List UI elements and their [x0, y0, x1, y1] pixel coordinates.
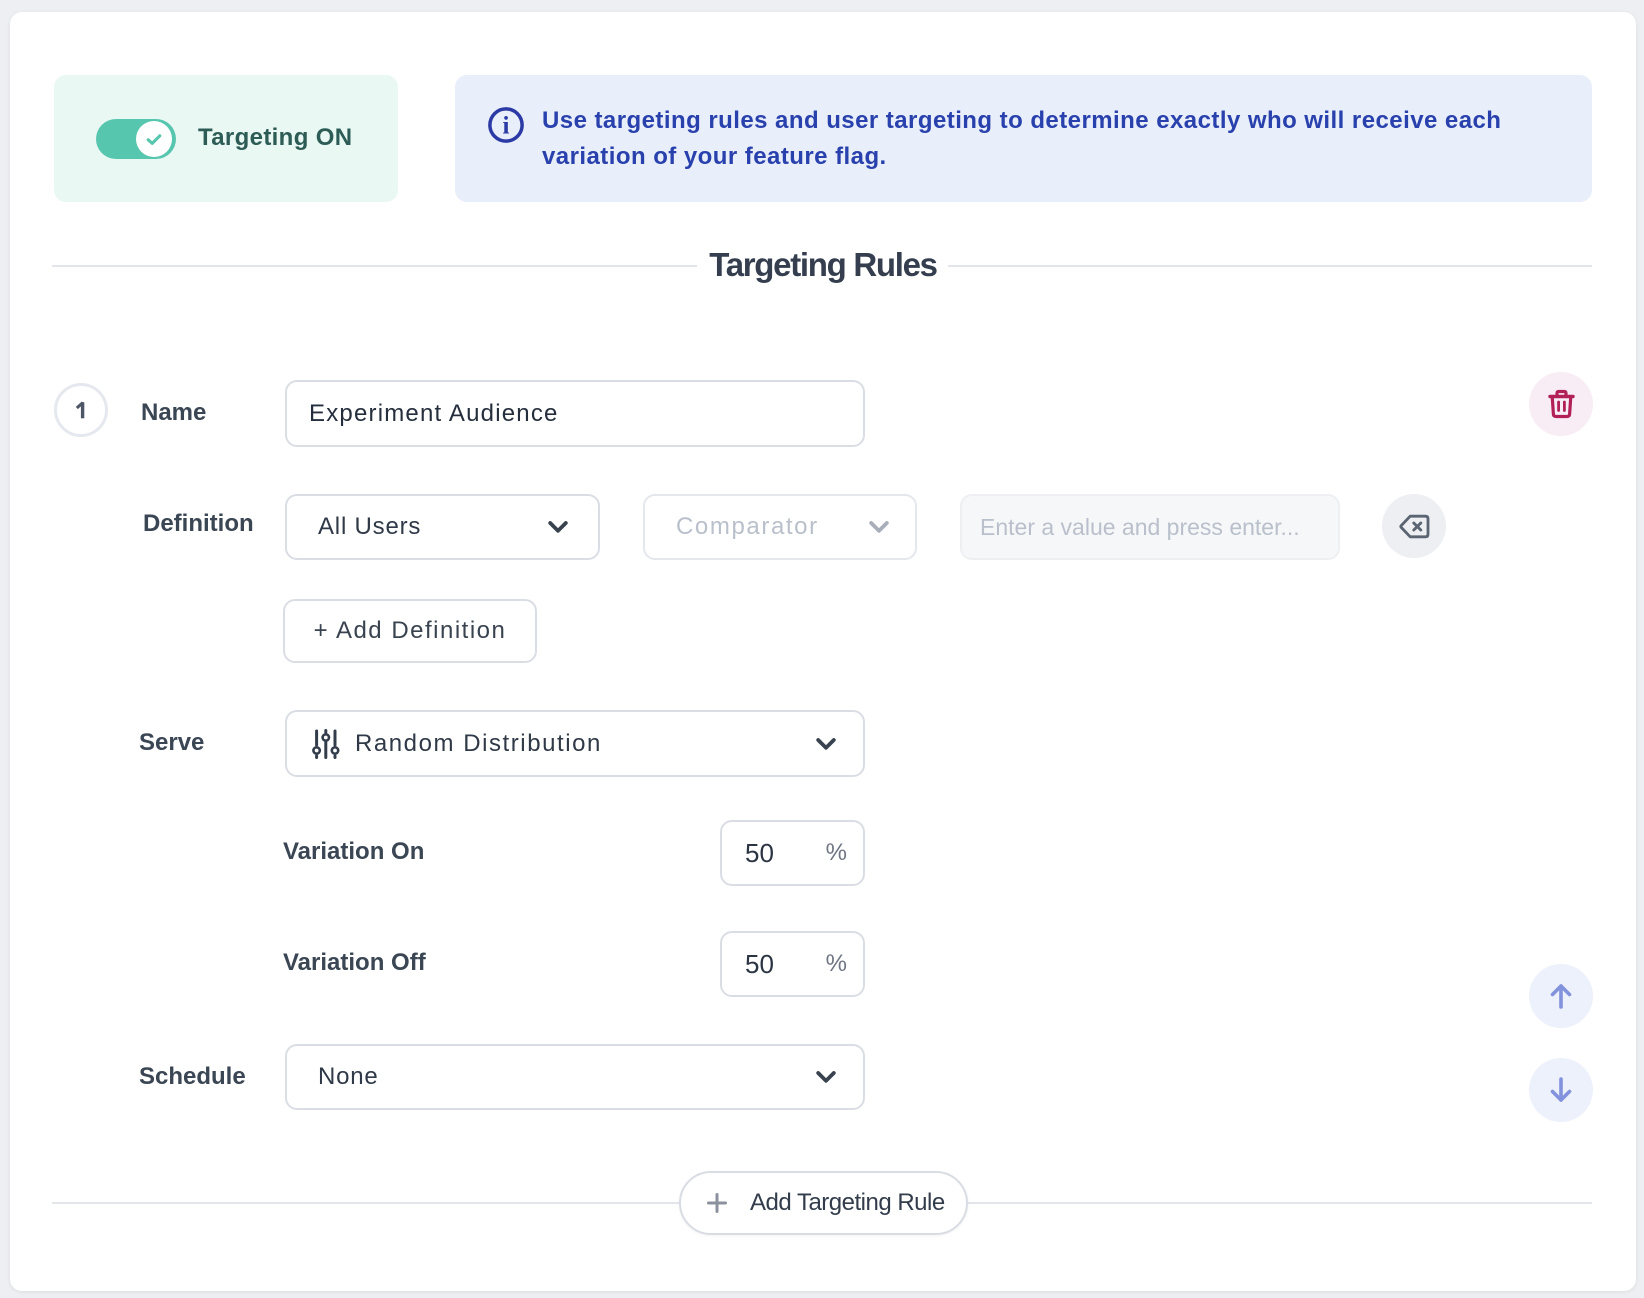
svg-text:i: i — [503, 113, 510, 140]
